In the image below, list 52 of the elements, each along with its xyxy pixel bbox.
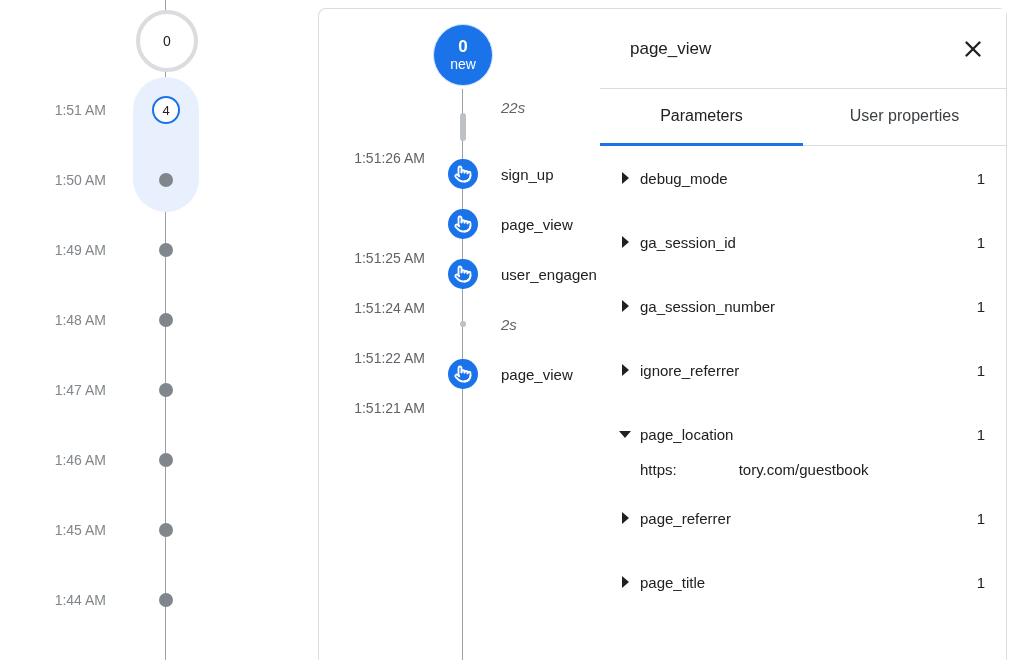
event-timestamp: 1:51:25 AM xyxy=(354,250,425,266)
event-timestamp: 1:51:26 AM xyxy=(354,150,425,166)
minute-time: 1:49 AM xyxy=(53,242,106,258)
parameter-count: 1 xyxy=(976,297,985,315)
parameter-value: https: xyxy=(640,460,677,478)
parameter-count: 1 xyxy=(976,233,985,251)
event-timestamp: 1:51:24 AM xyxy=(354,300,425,316)
parameter-name[interactable]: ga_session_id xyxy=(640,233,977,251)
time-gap-label: 2s xyxy=(501,315,517,333)
pointer-hand-icon[interactable] xyxy=(448,359,478,389)
parameter-value: tory.com/guestbook xyxy=(738,460,869,478)
parameter-name[interactable]: page_title xyxy=(640,573,977,591)
minute-counter: 0 xyxy=(136,10,198,72)
minute-time: 1:50 AM xyxy=(53,172,106,188)
pointer-hand-icon[interactable] xyxy=(448,259,478,289)
minute-dot[interactable] xyxy=(159,593,173,607)
panel-title: page_view xyxy=(630,38,712,59)
parameter-count: 1 xyxy=(976,169,985,187)
parameter-name[interactable]: page_referrer xyxy=(640,509,977,527)
time-gap-bar xyxy=(460,113,466,141)
event-timestamp: 1:51:21 AM xyxy=(354,400,425,416)
parameter-name[interactable]: ga_session_number xyxy=(640,297,977,315)
parameter-name[interactable]: ignore_referrer xyxy=(640,361,977,379)
time-gap-dot xyxy=(460,321,466,327)
parameter-count: 1 xyxy=(976,425,985,443)
minute-dot[interactable] xyxy=(159,523,173,537)
parameter-name[interactable]: page_location xyxy=(640,425,977,443)
pointer-hand-icon[interactable] xyxy=(448,209,478,239)
panel-tab[interactable]: Parameters xyxy=(600,89,803,146)
minute-time: 1:51 AM xyxy=(53,102,106,118)
parameter-count: 1 xyxy=(976,361,985,379)
minute-dot[interactable] xyxy=(159,243,173,257)
parameter-count: 1 xyxy=(976,509,985,527)
time-gap-label: 22s xyxy=(501,99,526,116)
minute-time: 1:45 AM xyxy=(53,522,106,538)
minute-dot[interactable] xyxy=(159,383,173,397)
panel-tab[interactable]: User properties xyxy=(803,89,1006,146)
minute-dot[interactable] xyxy=(159,313,173,327)
event-timestamp: 1:51:22 AM xyxy=(354,350,425,366)
minute-dot[interactable] xyxy=(159,453,173,467)
parameter-name[interactable]: debug_mode xyxy=(640,169,977,187)
event-name[interactable]: page_view xyxy=(501,365,573,383)
minute-time: 1:44 AM xyxy=(53,592,106,608)
minute-time: 1:48 AM xyxy=(53,312,106,328)
minute-time: 1:46 AM xyxy=(53,452,106,468)
parameter-count: 1 xyxy=(976,573,985,591)
new-events-counter[interactable]: 0 new xyxy=(433,24,493,86)
minute-time: 1:47 AM xyxy=(53,382,106,398)
event-name[interactable]: page_view xyxy=(501,215,573,233)
pointer-hand-icon[interactable] xyxy=(448,159,478,189)
event-name[interactable]: user_engagen xyxy=(501,265,597,283)
event-name[interactable]: sign_up xyxy=(501,165,554,183)
